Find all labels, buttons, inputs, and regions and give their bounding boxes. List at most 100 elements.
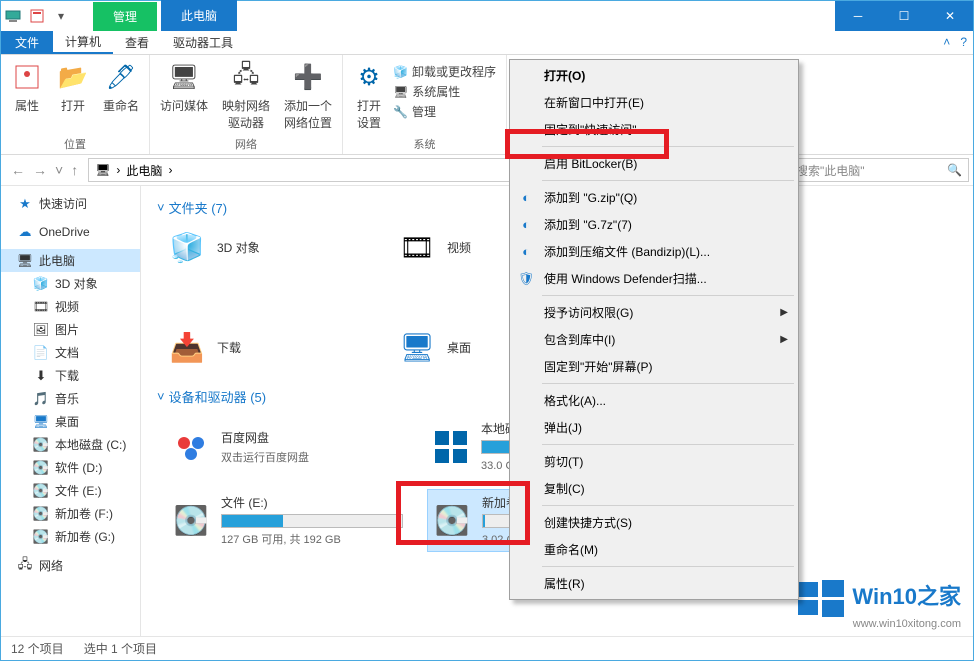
properties-qat-icon[interactable] bbox=[29, 8, 45, 24]
cube-icon: 🧊 bbox=[167, 227, 207, 267]
cm-pin-quick[interactable]: 固定到"快速访问" bbox=[512, 116, 796, 143]
sidebar-network[interactable]: 🖧网络 bbox=[1, 554, 140, 577]
title-tab-manage[interactable]: 管理 bbox=[93, 2, 157, 31]
cm-open-new-window[interactable]: 在新窗口中打开(E) bbox=[512, 89, 796, 116]
sidebar-disk-e[interactable]: 💽文件 (E:) bbox=[1, 479, 140, 502]
maximize-button[interactable]: ☐ bbox=[881, 1, 927, 31]
drive-icon: 💽 bbox=[33, 529, 49, 545]
sidebar: ★快速访问 ☁OneDrive 🖥此电脑 🧊3D 对象 🎞视频 🖼图片 📄文档 … bbox=[1, 186, 141, 636]
menu-drivetools[interactable]: 驱动器工具 bbox=[161, 31, 245, 54]
help-icon[interactable]: ? bbox=[960, 35, 967, 49]
cm-bitlocker[interactable]: 启用 BitLocker(B) bbox=[512, 150, 796, 177]
nav-up-icon[interactable]: ↑ bbox=[71, 162, 78, 178]
cm-defender[interactable]: 🛡使用 Windows Defender扫描... bbox=[512, 265, 796, 292]
pc-icon bbox=[5, 8, 21, 24]
ribbon-properties[interactable]: 属性 bbox=[11, 61, 43, 114]
sidebar-onedrive[interactable]: ☁OneDrive bbox=[1, 221, 140, 243]
minimize-button[interactable]: ─ bbox=[835, 1, 881, 31]
folder-3dobjects[interactable]: 🧊3D 对象 bbox=[167, 227, 367, 267]
drive-icon: 💽 bbox=[171, 501, 211, 541]
sidebar-disk-f[interactable]: 💽新加卷 (F:) bbox=[1, 502, 140, 525]
qat-dropdown-icon[interactable]: ▾ bbox=[53, 8, 69, 24]
drive-e[interactable]: 💽 文件 (E:)127 GB 可用, 共 192 GB bbox=[167, 489, 407, 552]
ribbon-settings[interactable]: ⚙打开 设置 bbox=[353, 61, 385, 131]
shield-icon: 🛡 bbox=[518, 271, 534, 287]
status-item-count: 12 个项目 bbox=[11, 640, 64, 657]
cm-shortcut[interactable]: 创建快捷方式(S) bbox=[512, 509, 796, 536]
sidebar-disk-g[interactable]: 💽新加卷 (G:) bbox=[1, 525, 140, 548]
watermark-url: www.win10xitong.com bbox=[796, 618, 961, 630]
ribbon-group-system: ⚙打开 设置 🧊卸载或更改程序 🖥系统属性 🔧管理 系统 bbox=[343, 55, 507, 154]
ribbon-uninstall[interactable]: 🧊卸载或更改程序 bbox=[393, 63, 496, 80]
monitor-icon: 🖥 bbox=[393, 85, 408, 99]
ribbon-map-network[interactable]: 🖧映射网络 驱动器 bbox=[222, 61, 270, 131]
cm-eject[interactable]: 弹出(J) bbox=[512, 414, 796, 441]
watermark-logo: Win10之家 bbox=[796, 578, 961, 618]
ribbon-group-label-location: 位置 bbox=[11, 136, 139, 152]
breadcrumb-thispc[interactable]: 此电脑 bbox=[126, 162, 162, 179]
cm-access[interactable]: 授予访问权限(G)▶ bbox=[512, 299, 796, 326]
close-button[interactable]: ✕ bbox=[927, 1, 973, 31]
cm-cut[interactable]: 剪切(T) bbox=[512, 448, 796, 475]
star-icon: ★ bbox=[17, 196, 33, 212]
sidebar-desktop[interactable]: 🖥桌面 bbox=[1, 410, 140, 433]
ribbon-manage[interactable]: 🔧管理 bbox=[393, 103, 496, 120]
menu-file[interactable]: 文件 bbox=[1, 31, 53, 54]
cm-rename[interactable]: 重命名(M) bbox=[512, 536, 796, 563]
pc-icon: 🖥 bbox=[95, 163, 110, 177]
menubar: 文件 计算机 查看 驱动器工具 ˄ ? bbox=[1, 31, 973, 55]
cm-bandizip[interactable]: ◐添加到压缩文件 (Bandizip)(L)... bbox=[512, 238, 796, 265]
drive-baidu[interactable]: 百度网盘双击运行百度网盘 bbox=[167, 416, 407, 477]
search-icon: 🔍 bbox=[947, 163, 962, 177]
sidebar-video[interactable]: 🎞视频 bbox=[1, 295, 140, 318]
ribbon-system-props[interactable]: 🖥系统属性 bbox=[393, 83, 496, 100]
cm-properties[interactable]: 属性(R) bbox=[512, 570, 796, 597]
folder-downloads[interactable]: 📥下载 bbox=[167, 327, 367, 367]
desktop-icon: 🖥 bbox=[33, 414, 49, 430]
cm-gzip[interactable]: ◐添加到 "G.zip"(Q) bbox=[512, 184, 796, 211]
sidebar-3dobjects[interactable]: 🧊3D 对象 bbox=[1, 272, 140, 295]
sidebar-disk-c[interactable]: 💽本地磁盘 (C:) bbox=[1, 433, 140, 456]
ribbon-media[interactable]: 🖥访问媒体 bbox=[160, 61, 208, 131]
cm-separator bbox=[542, 505, 794, 506]
sidebar-pictures[interactable]: 🖼图片 bbox=[1, 318, 140, 341]
sidebar-disk-d[interactable]: 💽软件 (D:) bbox=[1, 456, 140, 479]
video-folder-icon: 🎞 bbox=[397, 227, 437, 267]
cm-copy[interactable]: 复制(C) bbox=[512, 475, 796, 502]
search-box[interactable]: 搜索"此电脑" 🔍 bbox=[789, 158, 969, 182]
sidebar-downloads[interactable]: ⬇下载 bbox=[1, 364, 140, 387]
submenu-arrow-icon: ▶ bbox=[780, 334, 788, 345]
cm-g7z[interactable]: ◐添加到 "G.7z"(7) bbox=[512, 211, 796, 238]
breadcrumb-sep: › bbox=[168, 163, 172, 177]
cm-pin-start[interactable]: 固定到"开始"屏幕(P) bbox=[512, 353, 796, 380]
menu-computer[interactable]: 计算机 bbox=[53, 31, 113, 54]
music-icon: 🎵 bbox=[33, 391, 49, 407]
ribbon-open[interactable]: 📂打开 bbox=[57, 61, 89, 114]
sidebar-music[interactable]: 🎵音乐 bbox=[1, 387, 140, 410]
ribbon-rename[interactable]: 🖊重命名 bbox=[103, 61, 139, 114]
menu-view[interactable]: 查看 bbox=[113, 31, 161, 54]
menu-help: ˄ ? bbox=[943, 35, 967, 49]
ribbon-add-network[interactable]: ➕添加一个 网络位置 bbox=[284, 61, 332, 131]
watermark: Win10之家 www.win10xitong.com bbox=[796, 578, 961, 630]
bandizip-icon: ◐ bbox=[518, 190, 534, 206]
nav-forward-icon[interactable]: → bbox=[33, 162, 47, 178]
sidebar-quick-access[interactable]: ★快速访问 bbox=[1, 192, 140, 215]
cm-open[interactable]: 打开(O) bbox=[512, 62, 796, 89]
drive-icon: 💽 bbox=[432, 501, 472, 541]
cm-separator bbox=[542, 180, 794, 181]
nav-back-icon[interactable]: ← bbox=[11, 162, 25, 178]
sidebar-documents[interactable]: 📄文档 bbox=[1, 341, 140, 364]
nav-recent-icon[interactable]: ˅ bbox=[55, 162, 63, 178]
status-selected-count: 选中 1 个项目 bbox=[84, 640, 157, 657]
network-icon: 🖧 bbox=[17, 558, 33, 574]
cloud-icon: ☁ bbox=[17, 224, 33, 240]
cm-library[interactable]: 包含到库中(I)▶ bbox=[512, 326, 796, 353]
ribbon-group-label-system: 系统 bbox=[353, 136, 496, 152]
cm-separator bbox=[542, 566, 794, 567]
ribbon-toggle-icon[interactable]: ˄ bbox=[943, 35, 950, 49]
sidebar-thispc[interactable]: 🖥此电脑 bbox=[1, 249, 140, 272]
cm-format[interactable]: 格式化(A)... bbox=[512, 387, 796, 414]
cube-icon: 🧊 bbox=[393, 65, 408, 79]
drive-icon: 💽 bbox=[33, 506, 49, 522]
